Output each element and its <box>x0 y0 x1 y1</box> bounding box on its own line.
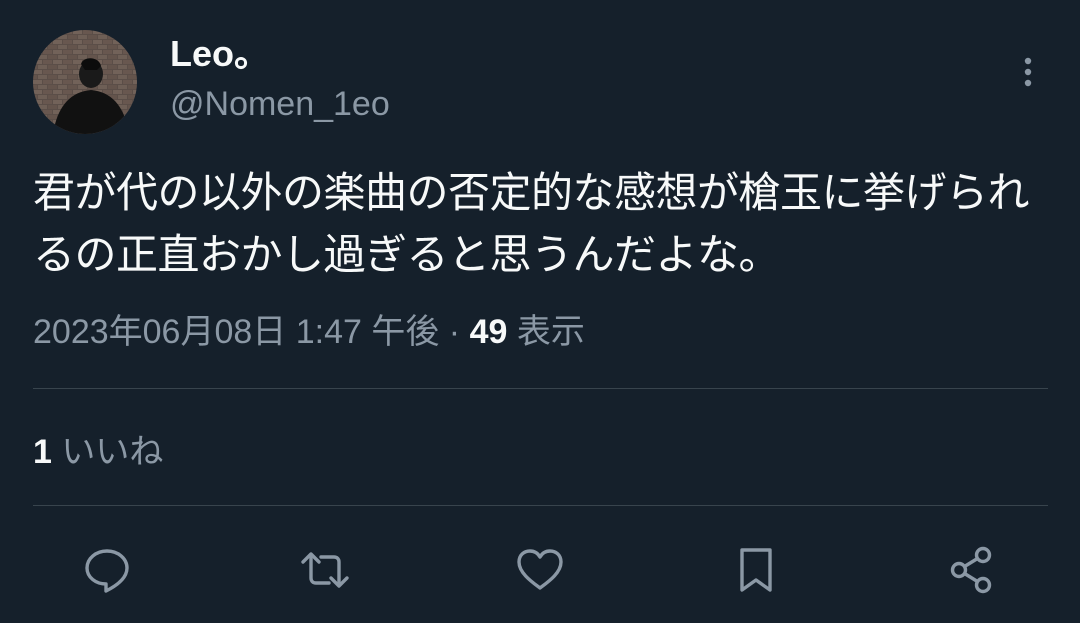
avatar-image <box>33 30 137 134</box>
retweet-button[interactable] <box>297 542 353 598</box>
avatar[interactable] <box>33 30 137 134</box>
likes-label: いいね <box>51 433 164 471</box>
more-options-button[interactable] <box>1008 52 1048 92</box>
bookmark-button[interactable] <box>728 542 784 598</box>
like-button[interactable] <box>512 542 568 598</box>
author-display-name[interactable]: Leo。 <box>170 32 270 76</box>
retweet-icon <box>301 552 349 588</box>
tweet-timestamp[interactable]: 2023年06月08日 1:47 午後 <box>33 313 439 351</box>
reply-button[interactable] <box>79 542 135 598</box>
share-button[interactable] <box>943 542 999 598</box>
heart-icon <box>517 549 563 590</box>
reply-icon <box>85 549 129 593</box>
more-vertical-icon <box>1024 57 1032 87</box>
tweet-meta: 2023年06月08日 1:47 午後 · 49 表示 <box>33 308 585 356</box>
divider <box>33 505 1048 506</box>
likes-stat[interactable]: 1 いいね <box>33 428 163 476</box>
views-count[interactable]: 49 <box>470 313 508 351</box>
share-icon <box>950 546 992 594</box>
tweet-text: 君が代の以外の楽曲の否定的な感想が槍玉に挙げられるの正直おかし過ぎると思うんだよ… <box>33 168 1030 279</box>
divider <box>33 388 1048 389</box>
meta-separator: · <box>439 313 470 351</box>
views-label: 表示 <box>507 313 585 351</box>
bookmark-icon <box>740 548 772 592</box>
author-handle[interactable]: @Nomen_1eo <box>170 82 390 126</box>
likes-count: 1 <box>33 433 52 471</box>
